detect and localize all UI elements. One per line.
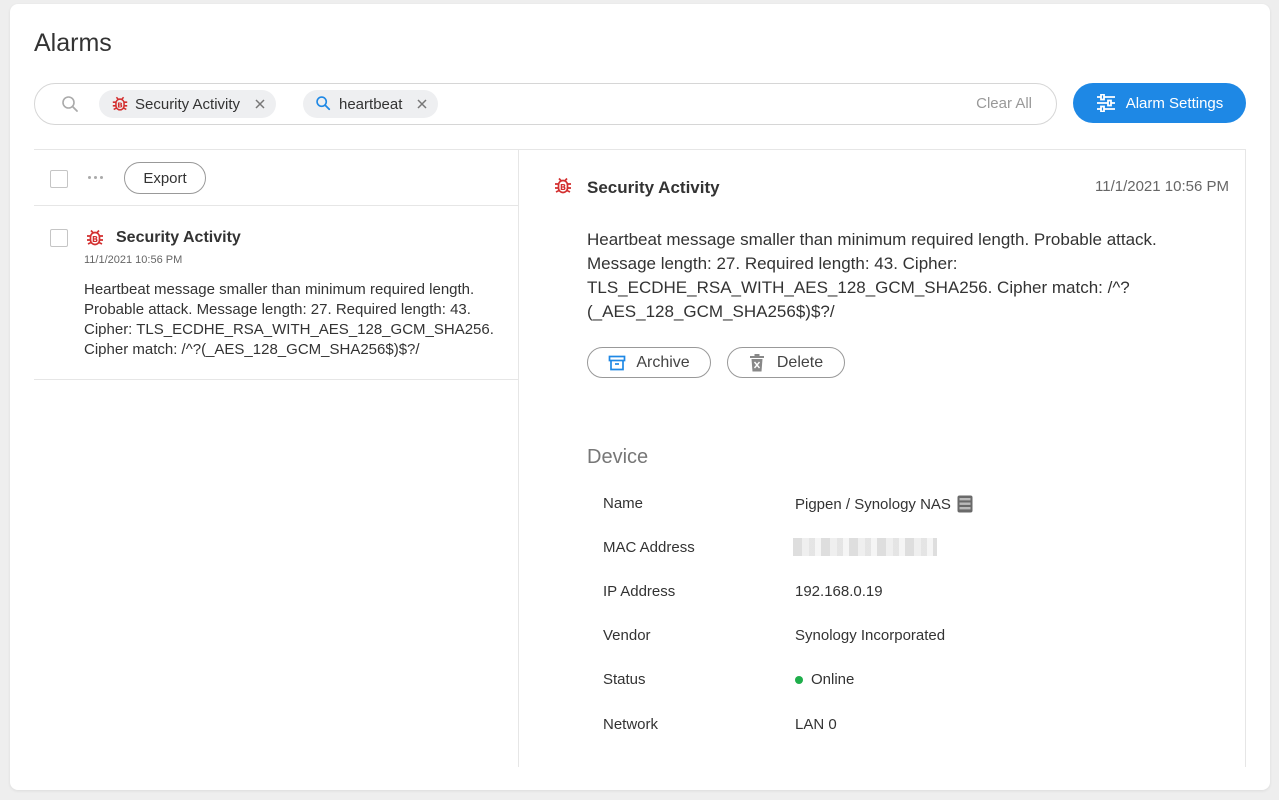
detail-time: 11/1/2021 10:56 PM	[1095, 178, 1229, 195]
status-text: Online	[811, 671, 855, 688]
chip-label: heartbeat	[339, 95, 403, 113]
export-button[interactable]: Export	[124, 162, 206, 194]
divider	[34, 149, 1246, 150]
filter-bar[interactable]: B Security Activity heartbeat Clear All	[34, 83, 1057, 125]
network-value: LAN 0	[795, 716, 837, 733]
ip-address-value: 192.168.0.19	[795, 583, 883, 600]
chip-label: Security Activity	[135, 95, 241, 113]
archive-button[interactable]: Archive	[587, 347, 711, 378]
select-all-checkbox[interactable]	[50, 170, 68, 188]
mac-address-label: MAC Address	[603, 539, 695, 556]
filter-chip-security-activity: B Security Activity	[99, 90, 277, 118]
bug-icon: B	[85, 228, 105, 248]
network-label: Network	[603, 716, 659, 733]
archive-label: Archive	[636, 353, 690, 371]
more-options-icon[interactable]	[88, 176, 106, 182]
bug-icon: B	[111, 95, 129, 113]
list-item-title: Security Activity	[116, 229, 241, 246]
delete-button[interactable]: Delete	[727, 347, 845, 378]
nas-icon	[957, 495, 973, 513]
list-item-message: Heartbeat message smaller than minimum r…	[84, 281, 494, 358]
svg-text:B: B	[92, 235, 98, 244]
online-status-dot	[795, 675, 803, 684]
archive-icon	[608, 354, 626, 372]
divider	[1245, 149, 1246, 767]
device-name-text: Pigpen / Synology NAS	[795, 495, 951, 513]
svg-text:B: B	[560, 183, 566, 192]
bug-icon: B	[553, 176, 573, 196]
alarm-settings-label: Alarm Settings	[1125, 94, 1224, 112]
status-value: Online	[795, 671, 854, 688]
close-icon[interactable]	[416, 98, 428, 110]
mac-address-value-redacted	[793, 538, 937, 556]
device-name-label: Name	[603, 495, 644, 512]
delete-label: Delete	[776, 353, 824, 371]
trash-icon	[749, 353, 767, 372]
status-label: Status	[603, 671, 646, 688]
svg-text:B: B	[117, 101, 122, 110]
list-item-time: 11/1/2021 10:56 PM	[84, 254, 183, 266]
page-title: Alarms	[34, 29, 112, 57]
detail-message: Heartbeat message smaller than minimum r…	[587, 230, 1157, 321]
clear-all-button[interactable]: Clear All	[976, 95, 1032, 112]
close-icon[interactable]	[254, 98, 266, 110]
filter-chip-heartbeat: heartbeat	[303, 90, 439, 118]
device-name-value: Pigpen / Synology NAS	[795, 495, 973, 513]
divider	[518, 149, 519, 767]
ip-address-label: IP Address	[603, 583, 676, 600]
alarm-settings-button[interactable]: Alarm Settings	[1073, 83, 1246, 123]
list-item-checkbox[interactable]	[50, 229, 68, 247]
sliders-icon	[1096, 94, 1116, 112]
vendor-value: Synology Incorporated	[795, 627, 946, 644]
device-heading: Device	[587, 446, 649, 468]
detail-title: Security Activity	[587, 178, 720, 197]
vendor-label: Vendor	[603, 627, 651, 644]
divider	[34, 379, 518, 380]
search-icon	[315, 95, 333, 113]
search-icon	[61, 95, 79, 113]
